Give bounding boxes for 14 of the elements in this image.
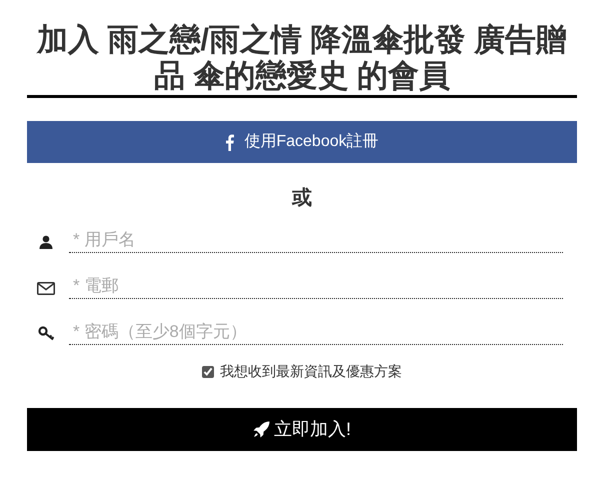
facebook-signup-button[interactable]: 使用Facebook註冊 [27, 121, 577, 163]
newsletter-label: 我想收到最新資訊及優惠方案 [220, 362, 402, 381]
page-title: 加入 雨之戀/雨之情 降溫傘批發 廣告贈品 傘的戀愛史 的會員 [36, 22, 568, 94]
input-field[interactable]: * 電郵 [69, 273, 563, 299]
input-field[interactable]: * 密碼（至少8個字元） [69, 319, 563, 345]
input-field[interactable]: * 用戶名 [69, 227, 563, 253]
envelope-icon [37, 282, 55, 295]
rocket-icon [252, 421, 270, 438]
newsletter-checkbox[interactable] [202, 366, 214, 378]
key-icon [38, 326, 54, 341]
or-separator: 或 [292, 186, 312, 211]
join-button[interactable]: 立即加入! [27, 408, 577, 451]
facebook-icon [225, 134, 234, 150]
user-icon [39, 235, 53, 249]
